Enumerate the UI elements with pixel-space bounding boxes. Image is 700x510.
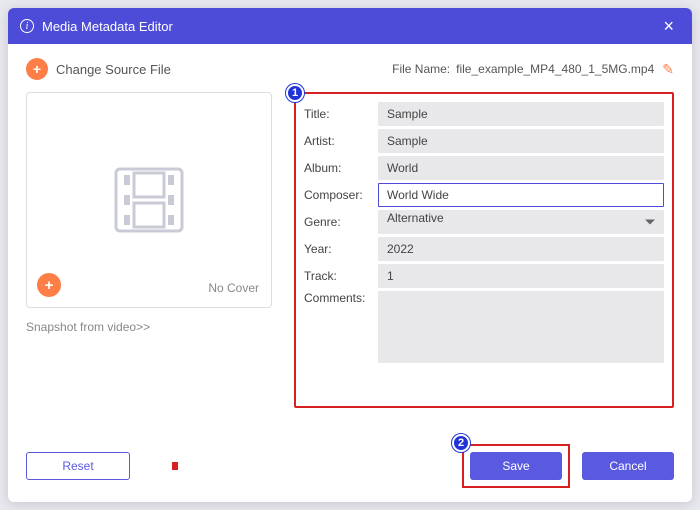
- genre-select[interactable]: Alternative: [378, 210, 664, 234]
- track-row: Track:: [304, 264, 664, 288]
- year-input[interactable]: [378, 237, 664, 261]
- cancel-button[interactable]: Cancel: [582, 452, 674, 480]
- main-row: + No Cover Snapshot from video>> 1 Title…: [26, 92, 674, 408]
- no-cover-label: No Cover: [208, 281, 259, 295]
- film-icon: [104, 165, 194, 235]
- genre-label: Genre:: [304, 215, 378, 229]
- change-source-label: Change Source File: [56, 62, 171, 77]
- comments-row: Comments:: [304, 291, 664, 363]
- album-label: Album:: [304, 161, 378, 175]
- artist-input[interactable]: [378, 129, 664, 153]
- save-annotation-box: 2 Save: [462, 444, 570, 488]
- snapshot-link[interactable]: Snapshot from video>>: [26, 320, 282, 334]
- composer-input[interactable]: [378, 183, 664, 207]
- cover-column: + No Cover Snapshot from video>>: [26, 92, 282, 408]
- filename-value: file_example_MP4_480_1_5MG.mp4: [456, 62, 654, 76]
- comments-input[interactable]: [378, 291, 664, 363]
- filename-label: File Name:: [392, 62, 450, 76]
- title-label: Title:: [304, 107, 378, 121]
- info-icon: i: [20, 19, 34, 33]
- year-row: Year:: [304, 237, 664, 261]
- bottom-bar: Reset 2 Save Cancel: [26, 444, 674, 488]
- red-marker: [172, 462, 178, 470]
- add-cover-button[interactable]: +: [37, 273, 61, 297]
- fields-column: 1 Title: Artist: Album: Composer:: [282, 92, 674, 408]
- title-input[interactable]: [378, 102, 664, 126]
- window-title: Media Metadata Editor: [42, 19, 657, 34]
- fields-annotation-box: 1 Title: Artist: Album: Composer:: [294, 92, 674, 408]
- reset-button[interactable]: Reset: [26, 452, 130, 480]
- save-button[interactable]: Save: [470, 452, 562, 480]
- edit-icon[interactable]: ✎: [662, 61, 674, 78]
- chevron-down-icon: [645, 220, 655, 225]
- change-source-button[interactable]: + Change Source File: [26, 58, 171, 80]
- annotation-badge-2: 2: [452, 434, 470, 452]
- right-buttons: 2 Save Cancel: [462, 444, 674, 488]
- genre-row: Genre: Alternative: [304, 210, 664, 234]
- artist-label: Artist:: [304, 134, 378, 148]
- composer-label: Composer:: [304, 188, 378, 202]
- filename-display: File Name: file_example_MP4_480_1_5MG.mp…: [392, 61, 674, 78]
- genre-value: Alternative: [387, 211, 444, 225]
- close-icon[interactable]: ×: [657, 16, 680, 37]
- top-row: + Change Source File File Name: file_exa…: [26, 58, 674, 80]
- artist-row: Artist:: [304, 129, 664, 153]
- content: + Change Source File File Name: file_exa…: [8, 44, 692, 408]
- window: i Media Metadata Editor × + Change Sourc…: [8, 8, 692, 502]
- titlebar: i Media Metadata Editor ×: [8, 8, 692, 44]
- album-row: Album:: [304, 156, 664, 180]
- album-input[interactable]: [378, 156, 664, 180]
- annotation-badge-1: 1: [286, 84, 304, 102]
- composer-row: Composer:: [304, 183, 664, 207]
- plus-icon: +: [26, 58, 48, 80]
- year-label: Year:: [304, 242, 378, 256]
- track-input[interactable]: [378, 264, 664, 288]
- title-row: Title:: [304, 102, 664, 126]
- track-label: Track:: [304, 269, 378, 283]
- cover-preview: + No Cover: [26, 92, 272, 308]
- comments-label: Comments:: [304, 291, 378, 305]
